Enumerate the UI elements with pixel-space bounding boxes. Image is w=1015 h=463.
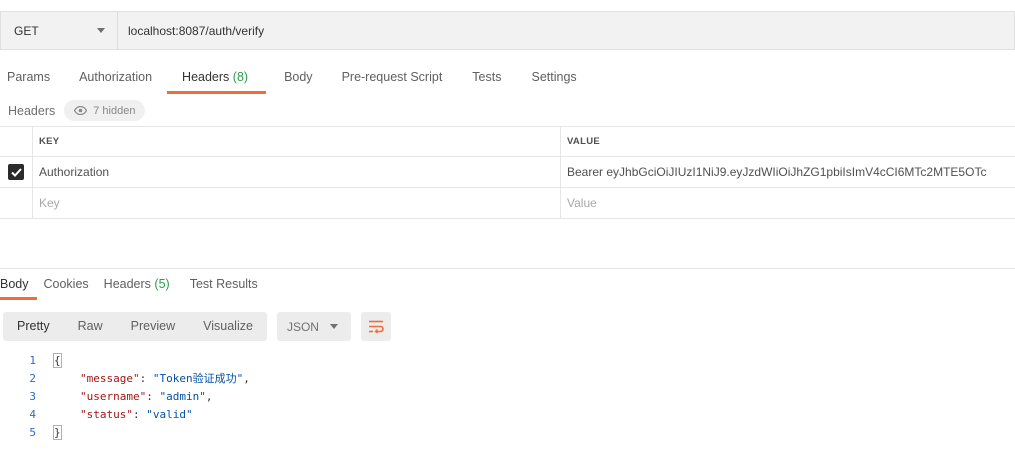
- header-key-input[interactable]: Authorization: [33, 157, 561, 187]
- request-tabs: Params Authorization Headers (8) Body Pr…: [0, 64, 577, 94]
- new-value-input[interactable]: Value: [561, 188, 1015, 218]
- line-number: 1: [29, 353, 36, 367]
- chevron-down-icon: [97, 28, 105, 33]
- headers-toolbar: Headers 7 hidden: [8, 100, 146, 121]
- code-line: 2 "message": "Token验证成功",: [0, 369, 250, 387]
- language-select[interactable]: JSON: [276, 312, 351, 341]
- code-line: 5 }: [0, 423, 250, 441]
- row-checkbox[interactable]: [8, 164, 24, 180]
- tab-pre-request-script[interactable]: Pre-request Script: [342, 64, 443, 94]
- table-row-new: Key Value: [0, 188, 1015, 219]
- tab-settings[interactable]: Settings: [531, 64, 576, 94]
- json-comma: ,: [243, 372, 250, 385]
- row-checkbox-cell: [0, 188, 33, 218]
- language-label: JSON: [286, 319, 319, 334]
- wrap-lines-button[interactable]: [360, 312, 391, 341]
- tab-tests[interactable]: Tests: [472, 64, 501, 94]
- res-tab-headers[interactable]: Headers (5): [104, 274, 170, 300]
- tab-label: Params: [7, 70, 51, 84]
- tab-label: Authorization: [79, 70, 153, 84]
- code-line: 1 {: [0, 351, 250, 369]
- res-tab-body[interactable]: Body: [0, 274, 36, 300]
- response-toolbar: Pretty Raw Preview Visualize JSON: [3, 312, 391, 341]
- format-group: Pretty Raw Preview Visualize: [3, 312, 267, 341]
- response-tabs: Body Cookies Headers (5) Test Results: [0, 274, 258, 300]
- line-number: 4: [29, 407, 36, 421]
- tab-count: (8): [232, 70, 249, 84]
- close-brace: }: [53, 424, 62, 440]
- tab-label: Settings: [531, 70, 577, 84]
- json-key: "message": [80, 372, 140, 385]
- url-text: localhost:8087/auth/verify: [128, 23, 265, 38]
- json-key: "status": [80, 407, 133, 421]
- tab-label: Pre-request Script: [341, 70, 443, 84]
- code-text: "username": "admin",: [80, 389, 213, 403]
- code-line: 4 "status": "valid": [0, 405, 250, 423]
- header-checkbox-cell: [0, 127, 33, 156]
- json-value: "valid": [146, 407, 193, 421]
- line-number: 5: [29, 425, 36, 439]
- tab-params[interactable]: Params: [7, 64, 50, 94]
- response-divider: [0, 268, 1015, 269]
- tab-label: Headers: [182, 70, 230, 84]
- response-body[interactable]: 1 { 2 "message": "Token验证成功", 3 "usernam…: [0, 351, 250, 441]
- open-brace: {: [53, 352, 62, 368]
- res-tab-cookies[interactable]: Cookies: [44, 274, 89, 300]
- tab-headers[interactable]: Headers (8): [167, 64, 267, 94]
- header-value-input[interactable]: Bearer eyJhbGciOiJIUzI1NiJ9.eyJzdWIiOiJh…: [561, 157, 1015, 187]
- checkmark-icon: [10, 167, 22, 177]
- request-bar: GET localhost:8087/auth/verify: [0, 11, 1015, 50]
- format-preview-button[interactable]: Preview: [117, 312, 189, 341]
- table-header-row: KEY VALUE: [0, 126, 1015, 157]
- tab-label: Test Results: [189, 277, 258, 291]
- tab-body[interactable]: Body: [284, 64, 313, 94]
- value-placeholder: Value: [567, 196, 597, 210]
- row-checkbox-cell: [0, 157, 33, 187]
- line-number: 3: [29, 389, 36, 403]
- line-number: 2: [29, 371, 36, 385]
- eye-icon: [74, 106, 88, 115]
- key-placeholder: Key: [39, 196, 60, 210]
- format-pretty-button[interactable]: Pretty: [3, 312, 64, 341]
- json-value: "Token验证成功": [152, 372, 244, 385]
- method-select[interactable]: GET: [0, 11, 118, 50]
- tab-count: (5): [154, 277, 170, 291]
- format-raw-button[interactable]: Raw: [64, 312, 117, 341]
- res-tab-test-results[interactable]: Test Results: [190, 274, 258, 300]
- hidden-headers-toggle[interactable]: 7 hidden: [64, 100, 146, 121]
- json-comma: ,: [205, 389, 213, 403]
- tab-label: Tests: [472, 70, 502, 84]
- chevron-down-icon: [329, 324, 338, 329]
- header-key-text: Authorization: [39, 165, 110, 179]
- code-text: "message": "Token验证成功",: [80, 372, 250, 385]
- table-row: Authorization Bearer eyJhbGciOiJIUzI1NiJ…: [0, 157, 1015, 188]
- format-visualize-button[interactable]: Visualize: [189, 312, 267, 341]
- url-input[interactable]: localhost:8087/auth/verify: [118, 11, 1015, 50]
- method-label: GET: [14, 23, 39, 38]
- tab-label: Body: [284, 70, 313, 84]
- tab-label: Cookies: [43, 277, 89, 291]
- code-line: 3 "username": "admin",: [0, 387, 250, 405]
- tab-label: Body: [0, 277, 29, 291]
- tab-label: Headers: [103, 277, 151, 291]
- headers-table: KEY VALUE Authorization Bearer eyJhbGciO…: [0, 126, 1015, 219]
- new-key-input[interactable]: Key: [33, 188, 561, 218]
- tab-authorization[interactable]: Authorization: [79, 64, 152, 94]
- column-header-key: KEY: [33, 127, 561, 156]
- header-value-text: Bearer eyJhbGciOiJIUzI1NiJ9.eyJzdWIiOiJh…: [567, 165, 987, 179]
- column-header-value: VALUE: [567, 136, 600, 147]
- headers-label: Headers: [8, 103, 56, 118]
- wrap-lines-icon: [368, 320, 384, 333]
- hidden-count: 7 hidden: [93, 104, 136, 117]
- json-key: "username": [80, 389, 147, 403]
- code-text: "status": "valid": [80, 407, 193, 421]
- json-value: "admin": [159, 389, 206, 403]
